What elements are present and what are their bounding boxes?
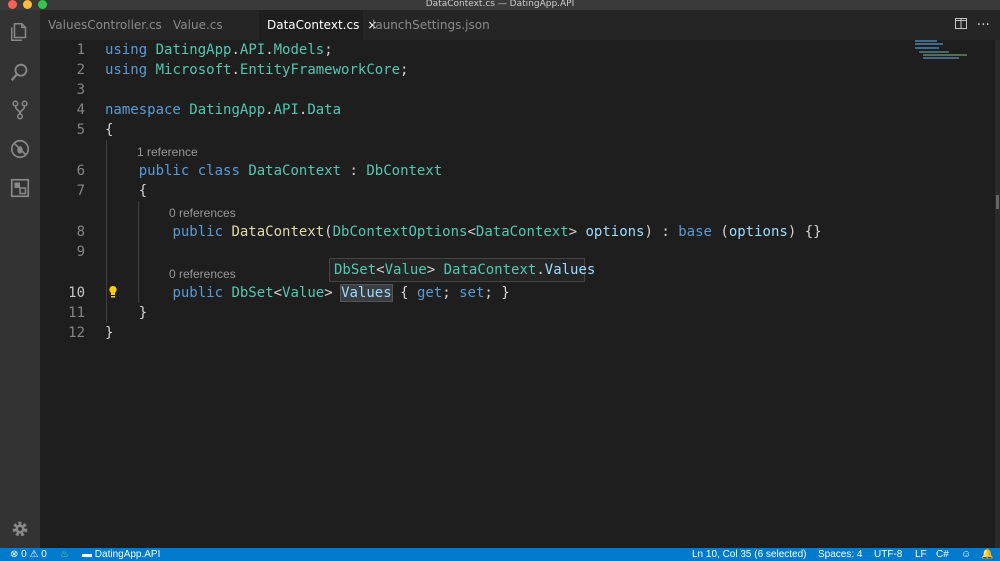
- smiley-icon[interactable]: ☺: [961, 548, 971, 561]
- explorer-icon[interactable]: [8, 20, 32, 44]
- minimap[interactable]: [915, 39, 985, 59]
- code-line-7: {: [138, 183, 148, 199]
- encoding-selector[interactable]: UTF-8: [874, 548, 902, 561]
- settings-gear-icon[interactable]: [8, 517, 32, 541]
- selected-identifier: Values: [340, 284, 393, 302]
- source-control-icon[interactable]: [8, 98, 32, 122]
- project-name: DatingApp.API: [94, 549, 161, 560]
- tab-label: launchSettings.json: [372, 18, 490, 32]
- indentation-selector[interactable]: Spaces: 4: [818, 548, 862, 561]
- code-line-11: }: [138, 305, 148, 321]
- line-number: 12: [68, 325, 85, 341]
- line-number: 4: [76, 102, 85, 118]
- editor-tabs: ValuesController.cs Value.cs DataContext…: [40, 10, 1000, 40]
- tab-label: DataContext.cs: [267, 18, 360, 32]
- line-number: 9: [76, 244, 85, 260]
- status-bar: ⊗ 0 ⚠ 0 ♨ ▬ DatingApp.API Ln 10, Col 35 …: [0, 548, 1000, 561]
- language-selector[interactable]: C#: [936, 548, 949, 561]
- tab-values-controller[interactable]: ValuesController.cs: [40, 10, 162, 40]
- window-title: DataContext.cs — DatingApp.API: [425, 0, 575, 9]
- warning-icon: ⚠: [29, 549, 39, 560]
- code-line-5: {: [105, 122, 114, 138]
- tab-data-context[interactable]: DataContext.cs ×: [259, 10, 377, 40]
- activity-bar: [0, 10, 40, 548]
- flame-icon[interactable]: ♨: [60, 548, 69, 561]
- title-bar: DataContext.cs — DatingApp.API: [0, 0, 1000, 10]
- tab-launch-settings[interactable]: launchSettings.json: [364, 10, 494, 40]
- line-number: 3: [76, 82, 85, 98]
- hover-tooltip: DbSet<Value> DataContext.Values: [329, 258, 595, 282]
- project-selector[interactable]: ▬ DatingApp.API: [82, 548, 160, 561]
- tab-value[interactable]: Value.cs: [165, 10, 255, 40]
- code-line-2: using Microsoft.EntityFrameworkCore;: [105, 62, 409, 78]
- error-icon: ⊗: [10, 549, 19, 560]
- split-editor-icon[interactable]: [954, 17, 967, 33]
- line-number: 2: [76, 62, 85, 78]
- code-line-8: public DataContext(DbContextOptions<Data…: [172, 224, 822, 240]
- line-number: 8: [76, 224, 85, 240]
- line-number: 11: [68, 305, 85, 321]
- codelens-references[interactable]: 1 reference: [137, 143, 198, 161]
- extensions-icon[interactable]: [8, 176, 32, 200]
- tab-label: ValuesController.cs: [48, 18, 162, 32]
- folder-icon: ▬: [82, 549, 92, 560]
- close-window-button[interactable]: [8, 0, 17, 9]
- search-icon[interactable]: [8, 60, 32, 84]
- error-count: 0: [21, 549, 27, 560]
- line-number: 5: [76, 122, 85, 138]
- maximize-window-button[interactable]: [38, 0, 47, 9]
- line-number: 7: [76, 183, 85, 199]
- debug-icon[interactable]: [8, 137, 32, 161]
- minimize-window-button[interactable]: [23, 0, 32, 9]
- warning-count: 0: [41, 549, 47, 560]
- codelens-references[interactable]: 0 references: [169, 265, 236, 283]
- problems-indicator[interactable]: ⊗ 0 ⚠ 0: [10, 548, 47, 561]
- line-number-current: 10: [68, 285, 85, 301]
- editor-scrollbar[interactable]: [995, 40, 1000, 548]
- more-actions-icon[interactable]: ···: [977, 17, 990, 33]
- code-line-1: using DatingApp.API.Models;: [105, 42, 333, 58]
- code-line-10: public DbSet<Value> Values { get; set; }: [172, 284, 510, 302]
- codelens-references[interactable]: 0 references: [169, 204, 236, 222]
- code-line-6: public class DataContext : DbContext: [138, 163, 443, 179]
- tab-label: Value.cs: [173, 18, 223, 32]
- code-line-12: }: [105, 325, 114, 341]
- bell-icon[interactable]: 🔔: [981, 548, 993, 561]
- line-number: 6: [76, 163, 85, 179]
- eol-selector[interactable]: LF: [915, 548, 927, 561]
- cursor-position[interactable]: Ln 10, Col 35 (6 selected): [692, 548, 807, 561]
- line-number: 1: [76, 42, 85, 58]
- code-line-4: namespace DatingApp.API.Data: [105, 102, 342, 118]
- code-editor[interactable]: 1 2 3 4 5 6 7 8 9 10 11 12 using DatingA…: [40, 40, 1000, 548]
